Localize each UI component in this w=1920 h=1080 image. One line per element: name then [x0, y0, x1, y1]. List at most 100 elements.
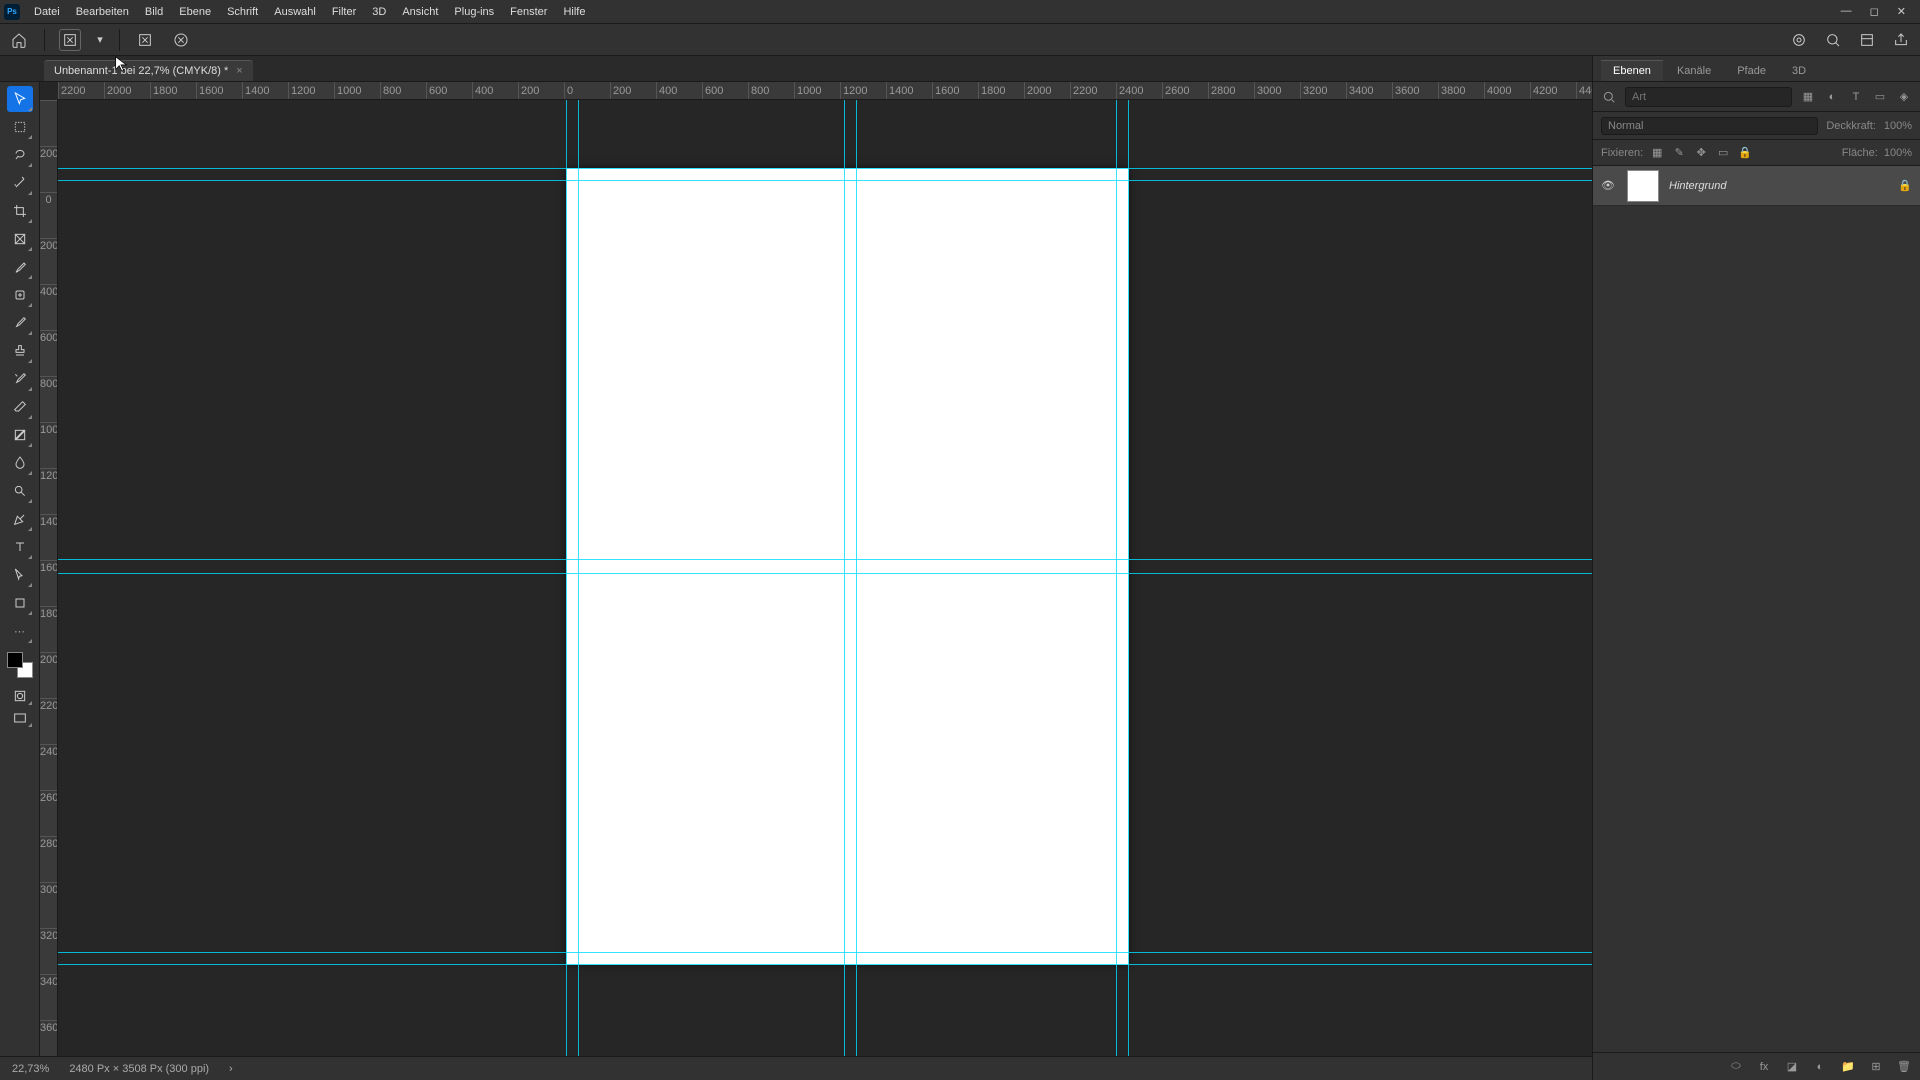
fill-value[interactable]: 100%	[1884, 147, 1912, 159]
menu-plugins[interactable]: Plug-ins	[446, 0, 502, 24]
menu-ebene[interactable]: Ebene	[171, 0, 219, 24]
menu-bild[interactable]: Bild	[137, 0, 171, 24]
opacity-value[interactable]: 100%	[1884, 120, 1912, 132]
dodge-tool[interactable]	[7, 478, 33, 504]
search-icon[interactable]	[1822, 29, 1844, 51]
group-icon[interactable]: 📁	[1840, 1059, 1856, 1075]
menu-datei[interactable]: Datei	[26, 0, 68, 24]
cancel-frame-icon[interactable]	[59, 29, 81, 51]
type-tool[interactable]	[7, 534, 33, 560]
guide-horizontal[interactable]	[58, 168, 1592, 169]
menu-filter[interactable]: Filter	[324, 0, 364, 24]
menu-bearbeiten[interactable]: Bearbeiten	[68, 0, 137, 24]
gradient-tool[interactable]	[7, 422, 33, 448]
filter-type-icon[interactable]: T	[1848, 89, 1864, 105]
blur-tool[interactable]	[7, 450, 33, 476]
menu-ansicht[interactable]: Ansicht	[394, 0, 446, 24]
eraser-tool[interactable]	[7, 394, 33, 420]
filter-smart-icon[interactable]: ◈	[1896, 89, 1912, 105]
chevron-down-icon[interactable]: ▾	[95, 29, 105, 51]
horizontal-ruler[interactable]: 2200200018001600140012001000800600400200…	[58, 82, 1592, 100]
tab-ebenen[interactable]: Ebenen	[1601, 60, 1663, 81]
crop-tool[interactable]	[7, 198, 33, 224]
lock-brush-icon[interactable]: ✎	[1671, 145, 1687, 161]
layer-row[interactable]: 👁 Hintergrund 🔒	[1593, 166, 1920, 206]
move-tool[interactable]	[7, 86, 33, 112]
lock-icon[interactable]: 🔒	[1898, 179, 1912, 192]
color-swatches[interactable]	[7, 652, 33, 678]
heal-tool[interactable]	[7, 282, 33, 308]
link-layers-icon[interactable]: ⬭	[1728, 1059, 1744, 1075]
filter-adjust-icon[interactable]: ◐	[1824, 89, 1840, 105]
lock-artboard-icon[interactable]: ▭	[1715, 145, 1731, 161]
layer-thumbnail[interactable]	[1627, 170, 1659, 202]
guide-vertical[interactable]	[1116, 100, 1117, 1056]
tab-pfade[interactable]: Pfade	[1725, 61, 1778, 81]
shape-tool[interactable]	[7, 590, 33, 616]
layer-filter-input[interactable]	[1625, 87, 1792, 107]
tab-kanaele[interactable]: Kanäle	[1665, 61, 1723, 81]
guide-vertical[interactable]	[1128, 100, 1129, 1056]
filter-image-icon[interactable]: ▦	[1800, 89, 1816, 105]
visibility-icon[interactable]: 👁	[1601, 179, 1617, 192]
menu-fenster[interactable]: Fenster	[502, 0, 555, 24]
guide-vertical[interactable]	[856, 100, 857, 1056]
quickmask-tool[interactable]	[7, 686, 33, 706]
menu-schrift[interactable]: Schrift	[219, 0, 266, 24]
guide-vertical[interactable]	[844, 100, 845, 1056]
more-tools[interactable]: ⋯	[7, 618, 33, 644]
wand-tool[interactable]	[7, 170, 33, 196]
search-icon[interactable]	[1601, 89, 1617, 105]
pen-tool[interactable]	[7, 506, 33, 532]
stamp-tool[interactable]	[7, 338, 33, 364]
reset-frame-icon[interactable]	[170, 29, 192, 51]
document-tab[interactable]: Unbenannt-1 bei 22,7% (CMYK/8) * ×	[44, 60, 253, 81]
history-brush-tool[interactable]	[7, 366, 33, 392]
lock-all-icon[interactable]: 🔒	[1737, 145, 1753, 161]
maximize-icon[interactable]: ◻	[1870, 5, 1879, 18]
close-tab-icon[interactable]: ×	[236, 65, 242, 77]
mask-icon[interactable]: ◪	[1784, 1059, 1800, 1075]
delete-icon[interactable]: 🗑	[1896, 1059, 1912, 1075]
foreground-color-swatch[interactable]	[7, 652, 23, 668]
eyedropper-tool[interactable]	[7, 254, 33, 280]
adjustment-icon[interactable]: ◐	[1812, 1059, 1828, 1075]
frame-tool[interactable]	[7, 226, 33, 252]
filter-shape-icon[interactable]: ▭	[1872, 89, 1888, 105]
lock-position-icon[interactable]: ✥	[1693, 145, 1709, 161]
menu-3d[interactable]: 3D	[364, 0, 394, 24]
screenmode-tool[interactable]	[7, 708, 33, 728]
fx-icon[interactable]: fx	[1756, 1059, 1772, 1075]
guide-vertical[interactable]	[578, 100, 579, 1056]
guide-horizontal[interactable]	[58, 559, 1592, 560]
cloud-docs-icon[interactable]	[1788, 29, 1810, 51]
close-icon[interactable]: ✕	[1897, 5, 1906, 18]
guide-horizontal[interactable]	[58, 573, 1592, 574]
minimize-icon[interactable]: —	[1841, 5, 1852, 18]
lock-row: Fixieren: ▦ ✎ ✥ ▭ 🔒 Fläche: 100%	[1593, 140, 1920, 166]
confirm-frame-icon[interactable]	[134, 29, 156, 51]
menu-auswahl[interactable]: Auswahl	[266, 0, 324, 24]
lasso-tool[interactable]	[7, 142, 33, 168]
home-icon[interactable]	[8, 29, 30, 51]
lock-pixels-icon[interactable]: ▦	[1649, 145, 1665, 161]
zoom-level[interactable]: 22,73%	[12, 1063, 49, 1075]
vertical-ruler[interactable]: 2000200400600800100012001400160018002000…	[40, 100, 58, 1056]
marquee-tool[interactable]	[7, 114, 33, 140]
canvas[interactable]	[58, 100, 1592, 1056]
tab-3d[interactable]: 3D	[1780, 61, 1818, 81]
guide-vertical[interactable]	[566, 100, 567, 1056]
brush-tool[interactable]	[7, 310, 33, 336]
guide-horizontal[interactable]	[58, 180, 1592, 181]
guide-horizontal[interactable]	[58, 952, 1592, 953]
document-info[interactable]: 2480 Px × 3508 Px (300 ppi)	[69, 1063, 209, 1075]
layer-name[interactable]: Hintergrund	[1669, 180, 1888, 192]
path-select-tool[interactable]	[7, 562, 33, 588]
share-icon[interactable]	[1890, 29, 1912, 51]
new-layer-icon[interactable]: ⊞	[1868, 1059, 1884, 1075]
status-chevron-icon[interactable]: ›	[229, 1063, 233, 1075]
workspace-icon[interactable]	[1856, 29, 1878, 51]
guide-horizontal[interactable]	[58, 964, 1592, 965]
blend-mode-select[interactable]: Normal	[1601, 117, 1818, 135]
menu-hilfe[interactable]: Hilfe	[555, 0, 593, 24]
